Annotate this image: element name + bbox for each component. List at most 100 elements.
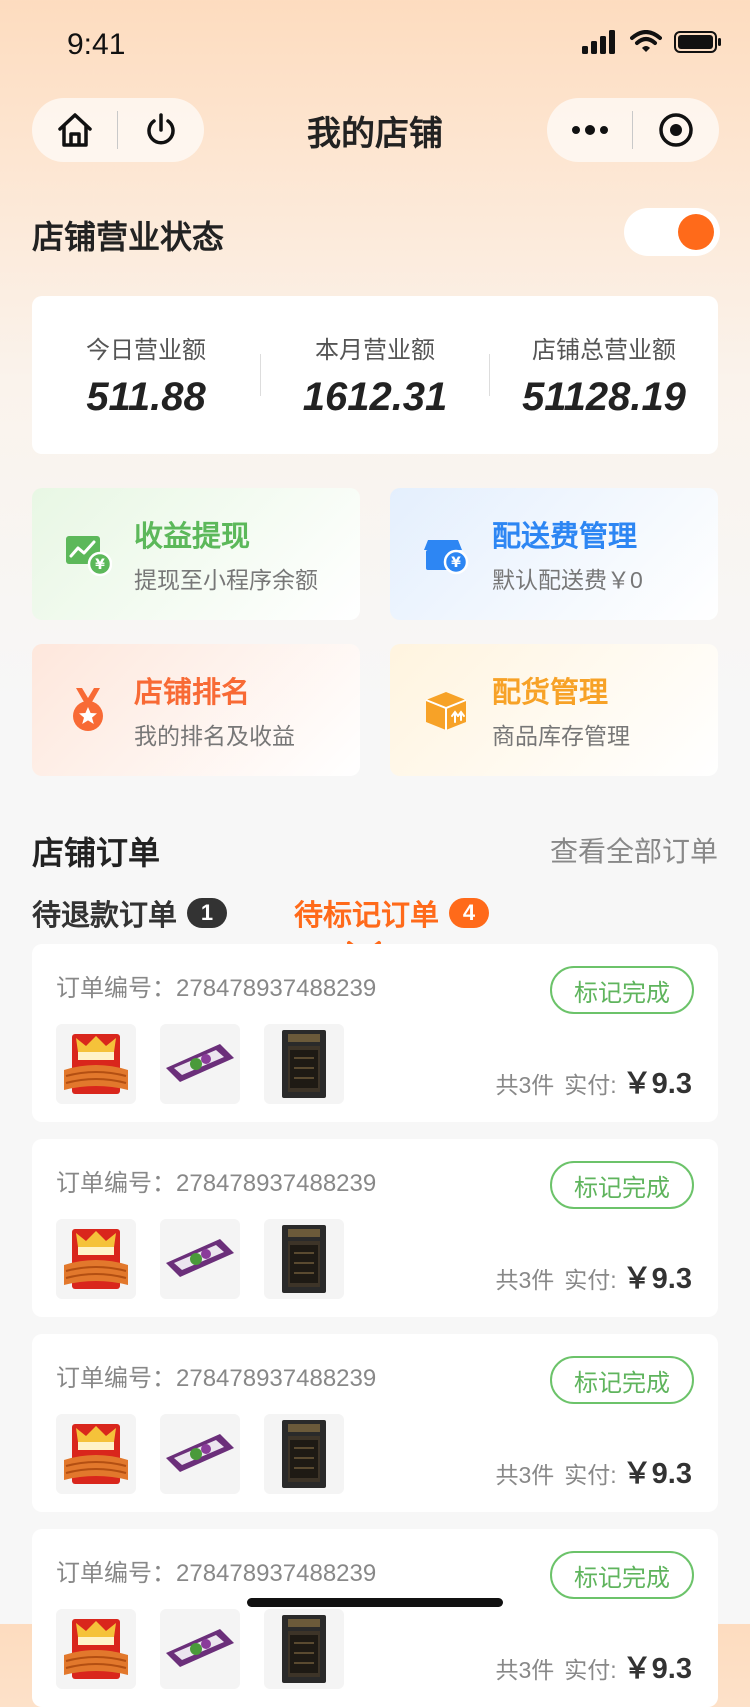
signal-icon [582, 30, 615, 54]
tile-subtitle: 提现至小程序余额 [134, 567, 318, 593]
revenue-month: 本月营业额 1612.31 [261, 330, 489, 420]
product-thumbnail [56, 1609, 136, 1689]
revenue-value: 1612.31 [302, 375, 448, 419]
product-thumbnail [264, 1609, 344, 1689]
product-thumbnail [56, 1024, 136, 1104]
tile-title: 收益提现 [134, 521, 251, 553]
paid-amount: ￥9.3 [622, 1458, 692, 1490]
tile-subtitle: 商品库存管理 [492, 723, 630, 749]
mark-complete-button[interactable]: 标记完成 [550, 1356, 694, 1404]
battery-icon [674, 31, 721, 53]
paid-amount: ￥9.3 [622, 1068, 692, 1100]
tab-label: 待退款订单 [32, 900, 178, 932]
order-card: 订单编号：278478937488239 标记完成 共3件 实付: ￥9.3 [32, 944, 718, 1122]
revenue-value: 51128.19 [522, 375, 686, 419]
svg-text:¥: ¥ [451, 555, 461, 571]
revenue-label: 本月营业额 [315, 337, 435, 364]
mark-complete-button[interactable]: 标记完成 [550, 1161, 694, 1209]
revenue-card: 今日营业额 511.88 本月营业额 1612.31 店铺总营业额 51128.… [32, 296, 718, 454]
orders-section-title: 店铺订单 [32, 835, 161, 871]
store-ranking-tile[interactable]: 店铺排名 我的排名及收益 [32, 644, 360, 776]
mark-complete-button[interactable]: 标记完成 [550, 1551, 694, 1599]
product-thumbnail [264, 1024, 344, 1104]
dried-tofu-package-icon [282, 1615, 326, 1683]
toggle-knob [678, 214, 714, 250]
revenue-total: 店铺总营业额 51128.19 [490, 330, 718, 420]
tab-pending-mark[interactable]: 待标记订单 4 [294, 892, 490, 934]
tile-subtitle: 默认配送费￥0 [492, 567, 643, 593]
order-number: 订单编号：278478937488239 [56, 1560, 377, 1587]
wifi-icon [630, 30, 662, 52]
store-status-toggle[interactable] [624, 208, 720, 256]
paid-label: 实付: [564, 1267, 617, 1293]
shop-yuan-icon: ¥ [424, 540, 469, 575]
order-total: 共3件 实付: ￥9.3 [495, 1450, 692, 1492]
more-dots-icon [571, 125, 608, 135]
close-miniprogram-button[interactable] [633, 98, 718, 162]
dried-tofu-package-icon [282, 1030, 326, 1098]
item-count: 共3件 [495, 1657, 555, 1683]
product-thumbnail [160, 1024, 240, 1104]
tile-title: 店铺排名 [134, 677, 251, 709]
item-count: 共3件 [495, 1462, 555, 1488]
product-thumbnail [56, 1414, 136, 1494]
tile-subtitle: 我的排名及收益 [134, 723, 295, 749]
spicy-strip-package-icon [64, 1034, 128, 1094]
status-icons [582, 30, 722, 54]
product-thumbnail [160, 1219, 240, 1299]
order-number: 订单编号：278478937488239 [56, 1170, 377, 1197]
paid-label: 实付: [564, 1462, 617, 1488]
order-total: 共3件 实付: ￥9.3 [495, 1255, 692, 1297]
item-count: 共3件 [495, 1267, 555, 1293]
order-number: 订单编号：278478937488239 [56, 1365, 377, 1392]
nav-capsule-right [547, 98, 719, 162]
order-total: 共3件 实付: ￥9.3 [495, 1060, 692, 1102]
product-thumbnail [160, 1414, 240, 1494]
revenue-label: 今日营业额 [86, 337, 206, 364]
revenue-today: 今日营业额 511.88 [32, 330, 260, 420]
target-circle-icon [658, 113, 693, 147]
order-number: 订单编号：278478937488239 [56, 975, 377, 1002]
revenue-value: 511.88 [86, 375, 206, 419]
box-icon [425, 692, 467, 730]
product-thumbnail [264, 1219, 344, 1299]
home-indicator [247, 1598, 503, 1607]
dried-tofu-package-icon [282, 1420, 326, 1488]
store-status-label: 店铺营业状态 [32, 219, 225, 255]
tile-title: 配货管理 [492, 677, 609, 709]
product-thumbnail [264, 1414, 344, 1494]
spicy-strip-package-icon [64, 1619, 128, 1679]
product-thumbnail [56, 1219, 136, 1299]
distribution-tile[interactable]: 配货管理 商品库存管理 [390, 644, 718, 776]
view-all-orders-link[interactable]: 查看全部订单 [550, 830, 718, 870]
paid-amount: ￥9.3 [622, 1263, 692, 1295]
snack-bag-icon [166, 1239, 234, 1277]
tile-title: 配送费管理 [492, 521, 638, 553]
paid-amount: ￥9.3 [622, 1653, 692, 1685]
mark-complete-button[interactable]: 标记完成 [550, 966, 694, 1014]
tab-label: 待标记订单 [294, 900, 440, 932]
paid-label: 实付: [564, 1657, 617, 1683]
snack-bag-icon [166, 1434, 234, 1472]
paid-label: 实付: [564, 1072, 617, 1098]
count-badge: 4 [449, 898, 490, 928]
tab-pending-refund[interactable]: 待退款订单 1 [32, 892, 228, 934]
product-thumbnail [160, 1609, 240, 1689]
spicy-strip-package-icon [64, 1229, 128, 1289]
order-total: 共3件 实付: ￥9.3 [495, 1645, 692, 1687]
item-count: 共3件 [495, 1072, 555, 1098]
earnings-chart-icon: ¥ [66, 536, 112, 577]
earnings-withdraw-tile[interactable]: ¥ 收益提现 提现至小程序余额 [32, 488, 360, 620]
svg-text:¥: ¥ [95, 557, 105, 573]
count-badge: 1 [187, 898, 228, 928]
spicy-strip-package-icon [64, 1424, 128, 1484]
delivery-fee-tile[interactable]: ¥ 配送费管理 默认配送费￥0 [390, 488, 718, 620]
more-button[interactable] [547, 98, 632, 162]
snack-bag-icon [166, 1044, 234, 1082]
order-card: 订单编号：278478937488239 标记完成 共3件 实付: ￥9.3 [32, 1334, 718, 1512]
dried-tofu-package-icon [282, 1225, 326, 1293]
order-card: 订单编号：278478937488239 标记完成 共3件 实付: ￥9.3 [32, 1139, 718, 1317]
medal-icon [73, 688, 103, 731]
snack-bag-icon [166, 1629, 234, 1667]
order-card: 订单编号：278478937488239 标记完成 共3件 实付: ￥9.3 [32, 1529, 718, 1707]
